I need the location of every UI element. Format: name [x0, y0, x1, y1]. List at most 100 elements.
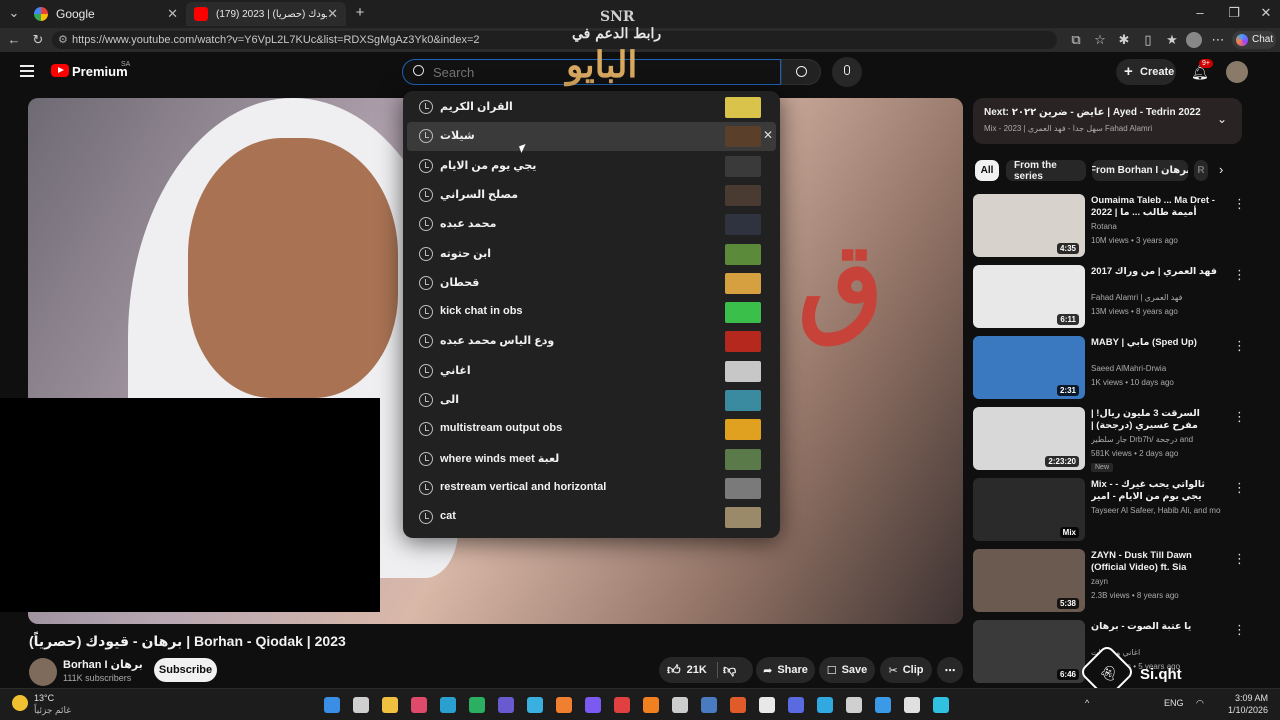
settings-icon[interactable]	[933, 697, 949, 713]
discord-icon[interactable]	[788, 697, 804, 713]
video-title[interactable]: Oumaima Taleb ... Ma Dret - 2022 | أميمة…	[1091, 195, 1221, 219]
suggestion-item[interactable]: محمد عبده	[407, 210, 776, 239]
favorites-icon[interactable]: ★	[1164, 32, 1180, 48]
chip-from-channel[interactable]: From Borhan I برهان	[1092, 160, 1188, 181]
chrome-icon[interactable]	[759, 697, 775, 713]
more-options-icon[interactable]: ⋮	[1233, 551, 1246, 567]
video-title[interactable]: Mix - ثالواتي يحب غيرك - يجي يوم من الاي…	[1091, 479, 1221, 503]
nordvpn-icon[interactable]	[585, 697, 601, 713]
suggestion-item[interactable]: ابن حتوته	[407, 240, 776, 269]
video-title[interactable]: فهد العمري | من وراك 2017	[1091, 266, 1221, 278]
video-title[interactable]: MABY | مابي (Sped Up)	[1091, 337, 1221, 349]
teams-icon[interactable]	[498, 697, 514, 713]
suggestion-item[interactable]: restream vertical and horizontal	[407, 474, 776, 503]
back-icon[interactable]: ←	[6, 32, 22, 48]
chip-from-series[interactable]: From the series	[1006, 160, 1086, 182]
suggestion-item[interactable]: multistream output obs	[407, 415, 776, 444]
reload-icon[interactable]: ↻	[30, 32, 46, 48]
start-icon[interactable]	[324, 697, 340, 713]
suggestion-item[interactable]: اغاني	[407, 357, 776, 386]
edge-icon[interactable]	[440, 697, 456, 713]
clock-date[interactable]: 1/10/2026	[1226, 705, 1268, 715]
channel-avatar[interactable]	[29, 658, 57, 686]
voice-search-button[interactable]	[832, 57, 862, 87]
video-title[interactable]: يا عتبة الصوت - برهان	[1091, 621, 1221, 633]
channel-name[interactable]: Borhan I برهان	[63, 658, 143, 671]
store-icon[interactable]	[527, 697, 543, 713]
close-window-icon[interactable]: ✕	[1258, 5, 1274, 21]
tab-youtube[interactable]: (179) برهان - قيودك (حصرياً) | 2023 ✕	[186, 2, 346, 26]
suggestion-item[interactable]: where winds meet لعبة	[407, 445, 776, 474]
close-tab-icon[interactable]: ✕	[327, 6, 338, 22]
tray-chevron-icon[interactable]: ^	[1085, 698, 1089, 708]
channel-name[interactable]: جار سلطير Drb7h/ درجحة and	[1091, 435, 1221, 444]
suggestion-item[interactable]: يجي يوم من الايام	[407, 152, 776, 181]
play-store-icon[interactable]	[469, 697, 485, 713]
new-tab-button[interactable]: +	[352, 5, 368, 21]
subscribe-button[interactable]: Subscribe	[154, 658, 217, 682]
create-button[interactable]: + Create	[1116, 59, 1176, 85]
recommendation-item[interactable]: 6:11 فهد العمري | من وراك 2017 Fahad Alamr…	[973, 265, 1248, 329]
suggestion-item[interactable]: شيلات ✕	[407, 122, 776, 152]
suggestion-item[interactable]: مصلح السراني	[407, 181, 776, 210]
tiktok-icon[interactable]	[817, 697, 833, 713]
recommendation-item[interactable]: 2:31 MABY | مابي (Sped Up) Saeed AlMahri-D…	[973, 336, 1248, 400]
more-menu-icon[interactable]: ⋯	[1210, 32, 1226, 48]
account-avatar[interactable]	[1226, 61, 1248, 83]
tab-google[interactable]: Google ✕	[26, 2, 186, 26]
capcut-icon[interactable]	[672, 697, 688, 713]
menu-icon[interactable]	[20, 65, 34, 77]
chip-all[interactable]: All	[975, 160, 999, 181]
notifications-button[interactable]: 🔔︎ 9+	[1191, 59, 1213, 80]
clip-button[interactable]: ✂ Clip	[880, 657, 932, 683]
brave-icon[interactable]	[643, 697, 659, 713]
app-icon[interactable]	[875, 697, 891, 713]
recommendation-item[interactable]: 4:35 Oumaima Taleb ... Ma Dret - 2022 | أ…	[973, 194, 1248, 258]
url-field[interactable]: ⚙ https://www.youtube.com/watch?v=Y6VpL2…	[52, 31, 1057, 49]
video-title[interactable]: ZAYN - Dusk Till Dawn (Official Video) f…	[1091, 550, 1221, 574]
suggestion-item[interactable]: cat	[407, 503, 776, 532]
tab-search-icon[interactable]: ⌄	[6, 5, 22, 21]
chip-partial[interactable]: R	[1194, 160, 1208, 181]
more-options-icon[interactable]: ⋮	[1233, 622, 1246, 638]
more-options-icon[interactable]: ⋮	[1233, 409, 1246, 425]
wifi-icon[interactable]: ◠	[1196, 698, 1204, 709]
site-info-icon[interactable]: ⚙	[58, 31, 68, 49]
split-icon[interactable]: ▯	[1140, 32, 1156, 48]
suggestion-item[interactable]: الى	[407, 386, 776, 415]
suggestion-item[interactable]: kick chat in obs	[407, 298, 776, 327]
save-button[interactable]: ☐ Save	[819, 657, 875, 683]
more-options-icon[interactable]: ⋮	[1233, 196, 1246, 212]
weather-desc[interactable]: غائم جزئياً	[34, 705, 71, 716]
suggestion-item[interactable]: ودع الياس محمد عبده	[407, 327, 776, 356]
copilot-chat-button[interactable]: Chat	[1232, 31, 1276, 49]
playlist-next-card[interactable]: Next: عايض - ضرين ٢٠٢٢ | Ayed - Tedrin 2…	[973, 98, 1242, 144]
weather-icon[interactable]	[12, 695, 28, 711]
opera-icon[interactable]	[614, 697, 630, 713]
recommendation-item[interactable]: Mix Mix - ثالواتي يحب غيرك - يجي يوم من ا…	[973, 478, 1248, 542]
more-actions-button[interactable]: ⋯	[937, 657, 963, 683]
share-button[interactable]: ➦ Share	[756, 657, 815, 683]
firefox-icon[interactable]	[730, 697, 746, 713]
chevron-right-icon[interactable]: ›	[1219, 162, 1223, 177]
close-tab-icon[interactable]: ✕	[167, 6, 178, 22]
video-title[interactable]: السرقت 3 مليون ريال! | مفرح عسيري (درجحة…	[1091, 408, 1221, 432]
task-view-icon[interactable]	[353, 697, 369, 713]
more-options-icon[interactable]: ⋮	[1233, 480, 1246, 496]
channel-name[interactable]: Fahad Alamri | فهد العمري	[1091, 293, 1221, 302]
channel-name[interactable]: zayn	[1091, 577, 1221, 586]
youtube-logo-icon[interactable]	[51, 64, 69, 77]
recommendation-item[interactable]: 5:38 ZAYN - Dusk Till Dawn (Official Vide…	[973, 549, 1248, 613]
copilot-icon[interactable]	[556, 697, 572, 713]
more-options-icon[interactable]: ⋮	[1233, 338, 1246, 354]
snipping-icon[interactable]	[411, 697, 427, 713]
chevron-down-icon[interactable]: ⌄	[1217, 112, 1227, 126]
file-explorer-icon[interactable]	[382, 697, 398, 713]
minimize-icon[interactable]: –	[1192, 5, 1208, 21]
like-icon[interactable]: 👍︎	[667, 662, 681, 678]
more-options-icon[interactable]: ⋮	[1233, 267, 1246, 283]
channel-name[interactable]: Saeed AlMahri-Drwia	[1091, 364, 1221, 373]
extensions-icon[interactable]: ✱	[1116, 32, 1132, 48]
remove-suggestion-icon[interactable]: ✕	[763, 128, 773, 142]
weather-temp[interactable]: 13°C	[34, 693, 54, 703]
